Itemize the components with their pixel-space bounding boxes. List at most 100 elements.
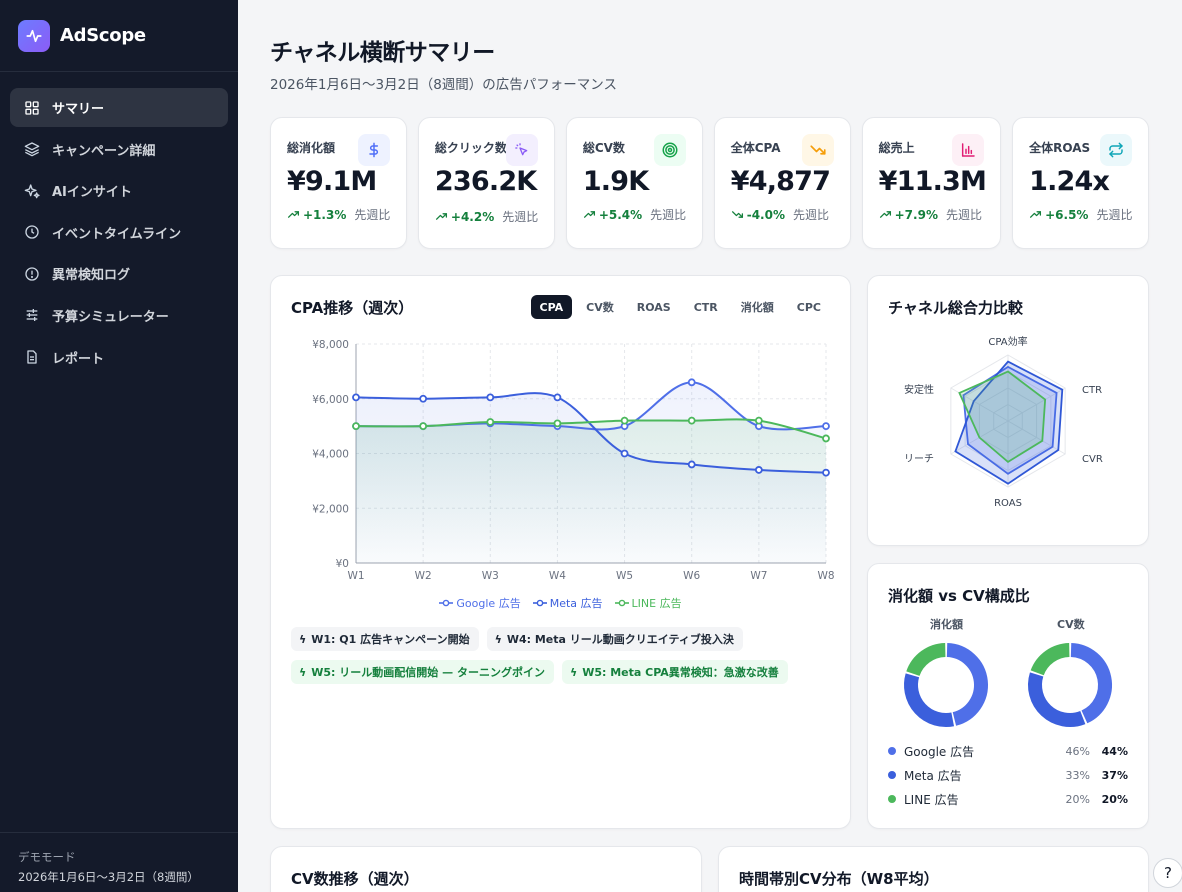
- kpi-compare-label: 先週比: [502, 210, 539, 224]
- pulse-icon: [18, 19, 50, 52]
- kpi-card-total-spend[interactable]: 総消化額 ¥9.1M +1.3% 先週比: [270, 117, 407, 249]
- kpi-compare-label: 先週比: [650, 208, 687, 222]
- data-point: [620, 416, 629, 425]
- clock-icon: [23, 223, 41, 241]
- legend-dot-icon: [888, 771, 896, 779]
- event-chip[interactable]: ϟ W5: Meta CPA異常検知：急激な改善: [561, 660, 788, 684]
- kpi-label: 総CV数: [582, 141, 625, 155]
- page-title: チャネル横断サマリー: [270, 40, 495, 66]
- kpi-delta: +4.2% 先週比: [435, 208, 540, 225]
- data-point: [352, 393, 360, 402]
- legend-dot-icon: [888, 747, 896, 755]
- kpi-card-total-revenue[interactable]: 総売上 ¥11.3M +7.9% 先週比: [861, 117, 1002, 249]
- data-point: [687, 460, 696, 469]
- target-icon: [653, 134, 686, 166]
- trend-up-icon: [435, 210, 448, 223]
- dollar-icon: [357, 134, 390, 166]
- radar-chart: CPA効率 CTR CVR ROAS リーチ 安定性: [904, 335, 1103, 509]
- x-tick-label: W5: [616, 570, 633, 582]
- data-point: [553, 393, 562, 402]
- sidebar-item-label: キャンペーン詳細: [52, 143, 156, 159]
- radar-axis-label: CPA効率: [988, 335, 1027, 348]
- legend-label: LINE 広告: [631, 597, 682, 610]
- trend-up-icon: [287, 208, 300, 221]
- data-point: [687, 378, 696, 387]
- cpa-trend-card: CPA推移（週次） CPA CV数 ROAS CTR 消化額 CPC ¥0 ¥2,000 ¥4…: [270, 275, 851, 829]
- kpi-delta-value: +5.4%: [598, 207, 643, 222]
- kpi-value: 236.2K: [434, 166, 537, 197]
- kpi-label: 総消化額: [287, 141, 336, 155]
- data-point: [486, 418, 495, 426]
- brand[interactable]: AdScope: [0, 0, 238, 72]
- kpi-compare-label: 先週比: [354, 208, 391, 222]
- mix-row: LINE 広告 20% 20%: [888, 790, 1128, 808]
- sidebar-item-ai-insight[interactable]: AIインサイト: [10, 171, 228, 210]
- kpi-value: 1.24x: [1029, 166, 1110, 197]
- spend-share: 33%: [1065, 768, 1090, 782]
- hourly-cv-card: 時間帯別CV分布（W8平均）: [718, 846, 1149, 892]
- sidebar-item-anomaly-log[interactable]: 異常検知ログ: [10, 254, 228, 293]
- sidebar-item-label: イベントタイムライン: [52, 226, 182, 242]
- kpi-delta-value: +1.3%: [303, 207, 347, 222]
- event-chip[interactable]: ϟ W1: Q1 広告キャンペーン開始: [291, 627, 479, 651]
- kpi-delta-value: -4.0%: [746, 207, 785, 222]
- grid-icon: [23, 99, 41, 117]
- sliders-icon: [23, 306, 41, 324]
- sidebar: AdScope サマリー キャンペーン詳細 AIインサイト イベントタイムライン…: [0, 0, 238, 892]
- cursor-icon: [505, 134, 538, 166]
- kpi-delta-value: +6.5%: [1045, 207, 1089, 222]
- legend-marker-icon: [532, 599, 547, 607]
- legend-label: Meta 広告: [549, 597, 603, 610]
- trend-up-icon: [879, 208, 892, 221]
- data-point: [754, 466, 763, 474]
- radar-axis-label: ROAS: [994, 498, 1022, 509]
- legend-item[interactable]: Meta 広告: [532, 595, 603, 611]
- trend-down-icon: [731, 208, 744, 221]
- radar-axis-label: 安定性: [904, 383, 934, 396]
- sidebar-item-campaigns[interactable]: キャンペーン詳細: [10, 130, 228, 169]
- y-tick-label: ¥4,000: [312, 449, 349, 461]
- sidebar-item-report[interactable]: レポート: [10, 338, 228, 377]
- data-point: [754, 416, 763, 425]
- legend-dot-icon: [888, 795, 896, 803]
- legend-item[interactable]: Google 広告: [439, 595, 521, 611]
- x-tick-label: W4: [549, 570, 566, 582]
- kpi-label: 全体CPA: [730, 141, 781, 155]
- sidebar-item-label: 異常検知ログ: [52, 268, 131, 284]
- x-tick-label: W1: [347, 570, 364, 582]
- help-button[interactable]: ?: [1153, 858, 1182, 888]
- trend-up-icon: [1029, 208, 1042, 221]
- sidebar-item-label: レポート: [52, 351, 105, 367]
- x-tick-label: W2: [415, 570, 432, 582]
- y-tick-label: ¥0: [336, 558, 349, 570]
- kpi-card-overall-roas[interactable]: 全体ROAS 1.24x +6.5% 先週比: [1012, 117, 1150, 249]
- donut-charts: [904, 643, 1112, 727]
- event-chip[interactable]: ϟ W4: Meta リール動画クリエイティブ投入決: [486, 627, 743, 651]
- series-area: [356, 419, 826, 563]
- bar-icon: [952, 134, 985, 166]
- radar-card: チャネル総合力比較 CPA効率 CTR CVR ROAS リーチ 安定性: [867, 275, 1149, 546]
- cpa-line-chart: ¥0 ¥2,000 ¥4,000 ¥6,000 ¥8,000 W1 W2 W3 W4 W5 W6 W7…: [312, 339, 834, 582]
- sidebar-item-summary[interactable]: サマリー: [10, 88, 228, 127]
- sidebar-nav: サマリー キャンペーン詳細 AIインサイト イベントタイムライン 異常検知ログ …: [0, 72, 238, 395]
- kpi-value: ¥11.3M: [878, 166, 987, 197]
- kpi-value: ¥9.1M: [287, 166, 377, 197]
- sidebar-item-timeline[interactable]: イベントタイムライン: [10, 213, 228, 252]
- event-text: W1: Q1 広告キャンペーン開始: [311, 633, 470, 646]
- kpi-card-overall-cpa[interactable]: 全体CPA ¥4,877 -4.0% 先週比: [713, 117, 851, 249]
- donut-slice-google: [1070, 643, 1112, 724]
- bolt-icon: ϟ: [569, 665, 578, 679]
- sidebar-item-label: サマリー: [52, 102, 105, 117]
- event-chip[interactable]: ϟ W5: リール動画配信開始 — ターニングポイン: [291, 660, 554, 684]
- data-point: [822, 434, 830, 443]
- data-point: [620, 449, 629, 458]
- y-tick-label: ¥6,000: [312, 394, 349, 406]
- kpi-label: 全体ROAS: [1029, 141, 1091, 155]
- sidebar-item-budget-simulator[interactable]: 予算シミュレーター: [10, 296, 228, 335]
- kpi-card-total-clicks[interactable]: 総クリック数 236.2K +4.2% 先週比: [417, 117, 555, 249]
- legend-marker-icon: [439, 599, 454, 607]
- x-tick-label: W3: [482, 570, 499, 582]
- kpi-card-total-cv[interactable]: 総CV数 1.9K +5.4% 先週比: [565, 117, 703, 249]
- period-label: 2026年1月6日〜3月2日（8週間）: [18, 870, 199, 884]
- legend-item[interactable]: LINE 広告: [614, 595, 682, 611]
